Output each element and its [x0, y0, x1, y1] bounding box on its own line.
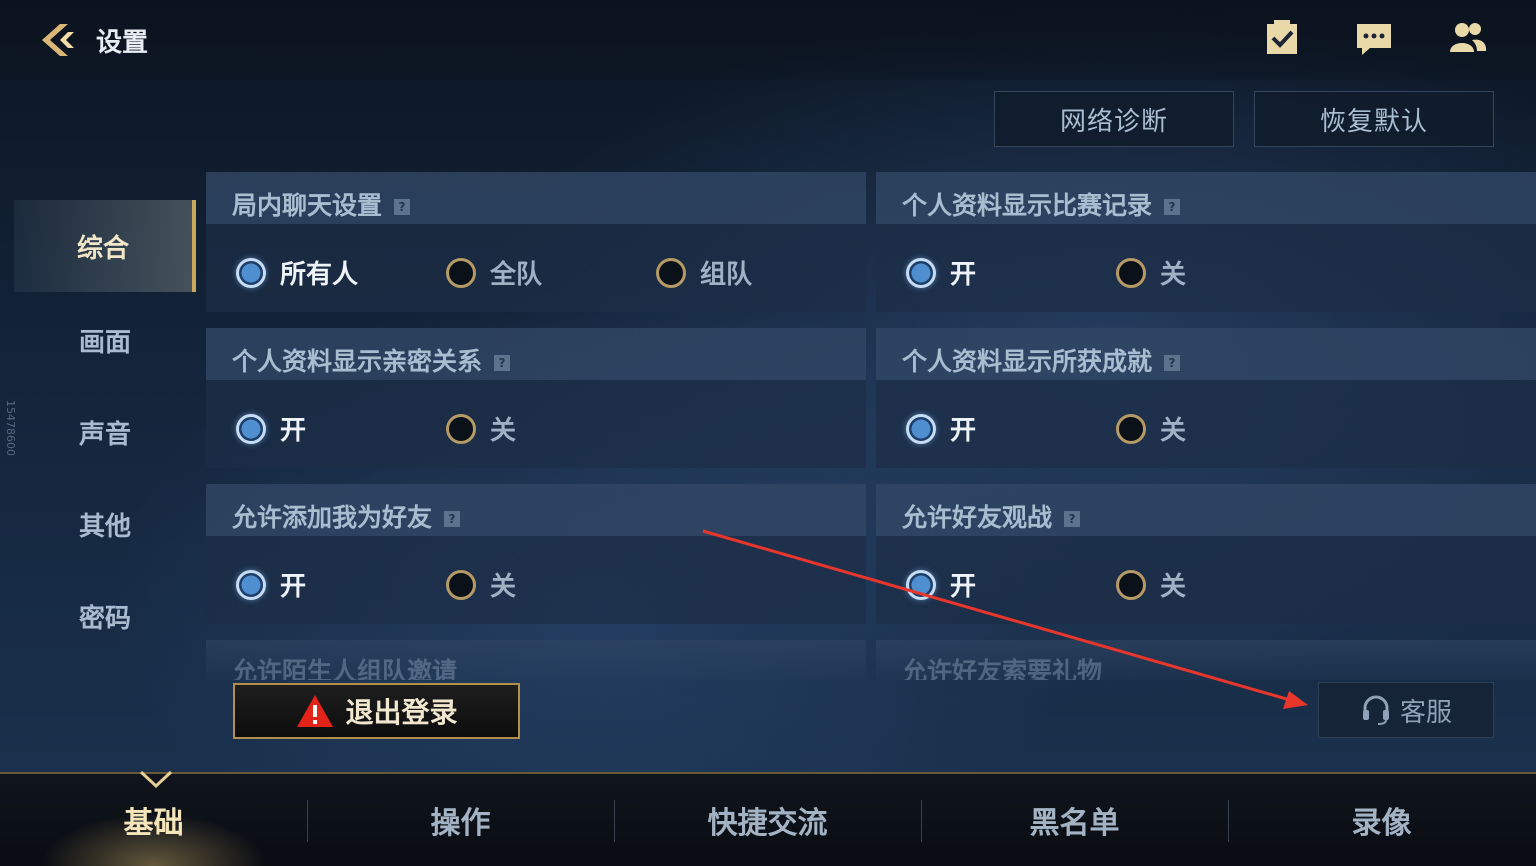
- watermark-text: 15478600: [4, 400, 17, 456]
- warning-icon: [297, 695, 334, 727]
- radio-label: 关: [1160, 572, 1187, 602]
- setting-card-intimacy: 个人资料显示亲密关系? 开 关: [206, 328, 866, 468]
- radio-label: 关: [1160, 416, 1187, 446]
- setting-card-chat: 局内聊天设置? 所有人 全队 组队: [206, 172, 866, 312]
- setting-title: 个人资料显示亲密关系: [232, 347, 483, 376]
- radio-option[interactable]: 所有人: [236, 254, 358, 291]
- radio-label: 全队: [490, 260, 543, 290]
- help-icon[interactable]: ?: [1164, 355, 1181, 371]
- radio-option[interactable]: 开: [906, 566, 976, 603]
- radio-option[interactable]: 关: [1116, 410, 1186, 447]
- radio-selected-icon[interactable]: [236, 569, 266, 600]
- radio-unselected-icon[interactable]: [1116, 569, 1146, 600]
- setting-card-gift-request: 允许好友索要礼物: [876, 640, 1536, 680]
- radio-unselected-icon[interactable]: [656, 257, 686, 288]
- customer-service-label: 客服: [1399, 697, 1452, 728]
- help-icon[interactable]: ?: [394, 199, 411, 215]
- radio-selected-icon[interactable]: [906, 413, 936, 444]
- radio-label: 所有人: [280, 260, 359, 290]
- top-bar: 设置: [0, 0, 1536, 80]
- setting-card-achievements: 个人资料显示所获成就? 开 关: [876, 328, 1536, 468]
- radio-option[interactable]: 关: [1116, 566, 1186, 603]
- help-icon[interactable]: ?: [1064, 511, 1081, 527]
- radio-unselected-icon[interactable]: [1116, 413, 1146, 444]
- radio-option[interactable]: 关: [446, 566, 516, 603]
- radio-option[interactable]: 开: [236, 566, 306, 603]
- sidebar-item-sound[interactable]: 声音: [14, 386, 196, 478]
- back-arrow-icon[interactable]: [38, 20, 86, 60]
- radio-option[interactable]: 开: [236, 410, 306, 447]
- radio-label: 开: [950, 260, 977, 290]
- radio-option[interactable]: 关: [446, 410, 516, 447]
- radio-selected-icon[interactable]: [906, 569, 936, 600]
- restore-defaults-button[interactable]: 恢复默认: [1254, 91, 1494, 147]
- setting-title: 允许添加我为好友: [232, 503, 433, 532]
- sidebar-item-other[interactable]: 其他: [14, 478, 196, 570]
- radio-label: 开: [280, 416, 307, 446]
- radio-label: 关: [1160, 260, 1187, 290]
- setting-card-match-record: 个人资料显示比赛记录? 开 关: [876, 172, 1536, 312]
- radio-unselected-icon[interactable]: [446, 413, 476, 444]
- radio-label: 组队: [700, 260, 753, 290]
- tab-blacklist[interactable]: 黑名单: [921, 774, 1228, 866]
- radio-unselected-icon[interactable]: [446, 569, 476, 600]
- radio-unselected-icon[interactable]: [446, 257, 476, 288]
- radio-option[interactable]: 全队: [446, 254, 542, 291]
- radio-option[interactable]: 开: [906, 410, 976, 447]
- radio-selected-icon[interactable]: [236, 257, 266, 288]
- sidebar-item-display[interactable]: 画面: [14, 294, 196, 386]
- sidebar-item-password[interactable]: 密码: [14, 570, 196, 662]
- headset-icon: [1362, 695, 1389, 725]
- help-icon[interactable]: ?: [494, 355, 511, 371]
- radio-option[interactable]: 组队: [656, 254, 752, 291]
- setting-card-stranger-invite: 允许陌生人组队邀请: [206, 640, 866, 680]
- tab-replays[interactable]: 录像: [1228, 774, 1535, 866]
- radio-label: 开: [950, 572, 977, 602]
- radio-label: 开: [950, 416, 977, 446]
- setting-title: 允许好友索要礼物: [902, 657, 1103, 680]
- setting-title: 允许陌生人组队邀请: [232, 657, 458, 680]
- logout-label: 退出登录: [345, 696, 458, 729]
- help-icon[interactable]: ?: [1164, 199, 1181, 215]
- setting-title: 个人资料显示比赛记录: [902, 191, 1153, 220]
- logout-button[interactable]: 退出登录: [233, 683, 520, 739]
- chat-bubble-icon[interactable]: [1354, 18, 1394, 58]
- radio-label: 关: [490, 572, 517, 602]
- setting-card-spectate: 允许好友观战? 开 关: [876, 484, 1536, 624]
- bottom-tab-bar: 基础 操作 快捷交流 黑名单 录像: [0, 772, 1536, 866]
- active-tab-marker-icon: [139, 770, 173, 789]
- help-icon[interactable]: ?: [444, 511, 461, 527]
- setting-title: 允许好友观战: [902, 503, 1053, 532]
- setting-title: 个人资料显示所获成就: [902, 347, 1153, 376]
- page-title: 设置: [96, 28, 149, 58]
- radio-selected-icon[interactable]: [906, 257, 936, 288]
- network-diagnosis-button[interactable]: 网络诊断: [994, 91, 1234, 147]
- tab-quick-chat[interactable]: 快捷交流: [614, 774, 921, 866]
- radio-label: 关: [490, 416, 517, 446]
- radio-unselected-icon[interactable]: [1116, 257, 1146, 288]
- radio-label: 开: [280, 572, 307, 602]
- friends-icon[interactable]: [1448, 18, 1488, 58]
- setting-title: 局内聊天设置: [232, 191, 383, 220]
- task-checklist-icon[interactable]: [1262, 18, 1302, 58]
- customer-service-button[interactable]: 客服: [1318, 682, 1494, 738]
- radio-option[interactable]: 开: [906, 254, 976, 291]
- setting-card-add-friend: 允许添加我为好友? 开 关: [206, 484, 866, 624]
- sidebar-item-general[interactable]: 综合: [14, 200, 196, 292]
- radio-option[interactable]: 关: [1116, 254, 1186, 291]
- tab-controls[interactable]: 操作: [307, 774, 614, 866]
- radio-selected-icon[interactable]: [236, 413, 266, 444]
